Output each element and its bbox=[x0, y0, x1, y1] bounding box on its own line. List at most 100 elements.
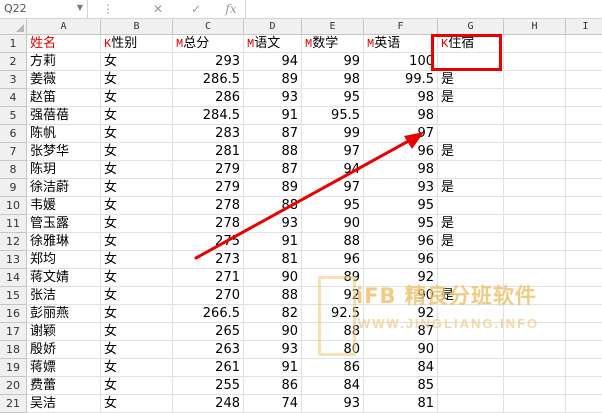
empty-cell[interactable] bbox=[504, 323, 566, 341]
cell-chinese[interactable]: 88 bbox=[244, 197, 302, 215]
cell-english[interactable]: 95 bbox=[364, 215, 438, 233]
cell-name[interactable]: 蒋嫖 bbox=[27, 359, 101, 377]
cell-chinese[interactable]: 87 bbox=[244, 125, 302, 143]
empty-cell[interactable] bbox=[504, 197, 566, 215]
cell-math[interactable]: 92 bbox=[302, 287, 364, 305]
cell-name[interactable]: 彭丽燕 bbox=[27, 305, 101, 323]
empty-cell[interactable] bbox=[504, 107, 566, 125]
cell-dorm[interactable]: 是 bbox=[438, 233, 504, 251]
cell-english[interactable]: 84 bbox=[364, 359, 438, 377]
empty-cell[interactable] bbox=[566, 143, 602, 161]
cell-dorm[interactable] bbox=[438, 107, 504, 125]
empty-cell[interactable] bbox=[566, 269, 602, 287]
cell-dorm[interactable] bbox=[438, 395, 504, 413]
cell-dorm[interactable]: 是 bbox=[438, 215, 504, 233]
cell-sex[interactable]: 女 bbox=[101, 89, 173, 107]
row-header[interactable]: 2 bbox=[0, 53, 27, 71]
cell-dorm[interactable] bbox=[438, 53, 504, 71]
cell-name[interactable]: 费蕾 bbox=[27, 377, 101, 395]
cancel-icon[interactable]: ✕ bbox=[146, 0, 170, 19]
row-header[interactable]: 3 bbox=[0, 71, 27, 89]
cell-dorm[interactable] bbox=[438, 161, 504, 179]
empty-cell[interactable] bbox=[504, 35, 566, 53]
cell-sex[interactable]: 女 bbox=[101, 125, 173, 143]
column-header-f[interactable]: F bbox=[364, 19, 438, 35]
cell-total[interactable]: 261 bbox=[173, 359, 244, 377]
cell-total[interactable]: 270 bbox=[173, 287, 244, 305]
cell-name[interactable]: 谢颖 bbox=[27, 323, 101, 341]
cell-math[interactable]: 94 bbox=[302, 161, 364, 179]
empty-cell[interactable] bbox=[504, 359, 566, 377]
formula-input[interactable] bbox=[248, 1, 598, 17]
cell-total[interactable]: 283 bbox=[173, 125, 244, 143]
cell-english[interactable]: 98 bbox=[364, 107, 438, 125]
cell-name[interactable]: 吴洁 bbox=[27, 395, 101, 413]
empty-cell[interactable] bbox=[504, 161, 566, 179]
cell-total[interactable]: 286.5 bbox=[173, 71, 244, 89]
cell-name[interactable]: 姜薇 bbox=[27, 71, 101, 89]
cell-chinese[interactable]: 93 bbox=[244, 341, 302, 359]
cell-chinese[interactable]: 91 bbox=[244, 233, 302, 251]
row-header[interactable]: 15 bbox=[0, 287, 27, 305]
cell-math[interactable]: 89 bbox=[302, 269, 364, 287]
cell-math[interactable]: 95.5 bbox=[302, 107, 364, 125]
cell-total[interactable]: 278 bbox=[173, 215, 244, 233]
row-header[interactable]: 21 bbox=[0, 395, 27, 413]
empty-cell[interactable] bbox=[566, 341, 602, 359]
cell-name[interactable]: 陈帆 bbox=[27, 125, 101, 143]
empty-cell[interactable] bbox=[566, 395, 602, 413]
cell-english[interactable]: 90 bbox=[364, 341, 438, 359]
empty-cell[interactable] bbox=[566, 125, 602, 143]
empty-cell[interactable] bbox=[566, 305, 602, 323]
empty-cell[interactable] bbox=[566, 233, 602, 251]
cell-total[interactable]: 278 bbox=[173, 197, 244, 215]
cell-english[interactable]: 96 bbox=[364, 143, 438, 161]
cell-chinese[interactable]: 90 bbox=[244, 323, 302, 341]
cell-sex[interactable]: 女 bbox=[101, 377, 173, 395]
name-box[interactable]: Q22 ▼ bbox=[0, 0, 88, 19]
row-header[interactable]: 16 bbox=[0, 305, 27, 323]
row-header[interactable]: 20 bbox=[0, 377, 27, 395]
empty-cell[interactable] bbox=[566, 71, 602, 89]
name-box-dropdown-icon[interactable]: ▼ bbox=[77, 3, 83, 12]
empty-cell[interactable] bbox=[566, 89, 602, 107]
cell-name[interactable]: 徐洁蔚 bbox=[27, 179, 101, 197]
cell-sex[interactable]: 女 bbox=[101, 143, 173, 161]
cell-name[interactable]: 方莉 bbox=[27, 53, 101, 71]
header-cell-g[interactable]: K住宿 bbox=[438, 35, 504, 53]
cell-sex[interactable]: 女 bbox=[101, 215, 173, 233]
cell-chinese[interactable]: 86 bbox=[244, 377, 302, 395]
cell-math[interactable]: 84 bbox=[302, 377, 364, 395]
cell-total[interactable]: 279 bbox=[173, 179, 244, 197]
cell-math[interactable]: 97 bbox=[302, 179, 364, 197]
cell-total[interactable]: 266.5 bbox=[173, 305, 244, 323]
cell-sex[interactable]: 女 bbox=[101, 395, 173, 413]
cell-math[interactable]: 95 bbox=[302, 89, 364, 107]
row-header[interactable]: 13 bbox=[0, 251, 27, 269]
cell-math[interactable]: 92.5 bbox=[302, 305, 364, 323]
cell-sex[interactable]: 女 bbox=[101, 233, 173, 251]
empty-cell[interactable] bbox=[566, 161, 602, 179]
cell-dorm[interactable]: 是 bbox=[438, 143, 504, 161]
cell-english[interactable]: 95 bbox=[364, 197, 438, 215]
cell-sex[interactable]: 女 bbox=[101, 305, 173, 323]
cell-chinese[interactable]: 91 bbox=[244, 359, 302, 377]
cell-dorm[interactable] bbox=[438, 251, 504, 269]
cell-dorm[interactable]: 是 bbox=[438, 71, 504, 89]
cell-chinese[interactable]: 82 bbox=[244, 305, 302, 323]
cell-english[interactable]: 98 bbox=[364, 89, 438, 107]
row-header[interactable]: 6 bbox=[0, 125, 27, 143]
cell-dorm[interactable]: 是 bbox=[438, 179, 504, 197]
empty-cell[interactable] bbox=[504, 125, 566, 143]
cell-chinese[interactable]: 93 bbox=[244, 89, 302, 107]
empty-cell[interactable] bbox=[566, 53, 602, 71]
cell-total[interactable]: 263 bbox=[173, 341, 244, 359]
cell-name[interactable]: 殷娇 bbox=[27, 341, 101, 359]
cell-math[interactable]: 88 bbox=[302, 233, 364, 251]
cell-dorm[interactable] bbox=[438, 359, 504, 377]
cell-english[interactable]: 93 bbox=[364, 179, 438, 197]
column-header-a[interactable]: A bbox=[27, 19, 101, 35]
empty-cell[interactable] bbox=[566, 107, 602, 125]
empty-cell[interactable] bbox=[504, 179, 566, 197]
empty-cell[interactable] bbox=[504, 341, 566, 359]
